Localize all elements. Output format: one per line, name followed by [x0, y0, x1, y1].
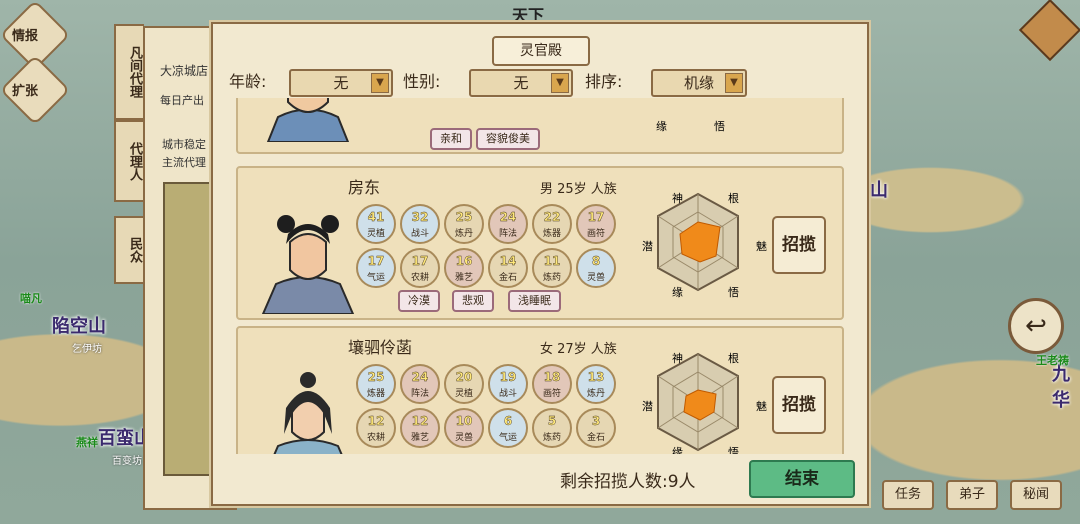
- hex-label-wu: 悟: [728, 446, 739, 454]
- sort-filter-label: 排序:: [585, 72, 623, 91]
- stat-badge: 24 阵法: [488, 204, 528, 244]
- stat-badge: 17 画符: [576, 204, 616, 244]
- attribute-hexagon-chart: [657, 192, 739, 292]
- map-npc-wanglaodao[interactable]: 王老祷: [1036, 352, 1069, 368]
- hex-label-gen: 根: [728, 352, 739, 365]
- gender-filter-value: 无: [513, 74, 529, 92]
- secrets-button[interactable]: 秘闻: [1010, 480, 1062, 510]
- hex-label-shen: 神: [672, 352, 683, 365]
- trait-badge: 容貌俊美: [476, 128, 540, 150]
- stat-badge: 13 炼丹: [576, 364, 616, 404]
- map-location-xiankongshan-sub: 乞伊坊: [72, 344, 102, 355]
- lingguan-hall-dialog: 灵官殿 年龄: 无 ▼ 性别: 无 ▼ 排序: 机缘 ▼ 亲和 容貌俊美 缘 悟: [211, 22, 869, 506]
- stat-badge: 41 灵植: [356, 204, 396, 244]
- hex-label-qian: 潜: [642, 240, 653, 253]
- hex-label-yuan: 缘: [672, 446, 683, 454]
- stat-badge: 11 炼药: [532, 248, 572, 288]
- hex-label-qian: 潜: [642, 400, 653, 413]
- stat-badge: 5 炼药: [532, 408, 572, 448]
- candidate-card[interactable]: 房东 男 25岁 人族 41 灵植 32 战斗 25 炼丹 24 阵法 22 炼器 17 画…: [236, 166, 844, 320]
- intel-button-label: 情报: [12, 29, 39, 44]
- hex-label-yuan: 缘: [672, 286, 683, 299]
- candidate-card-partial: 亲和 容貌俊美 缘 悟: [236, 98, 844, 154]
- portrait-elder: [266, 98, 350, 142]
- main-agent-label: 主流代理: [162, 156, 206, 169]
- hex-label-mei: 魅: [756, 240, 767, 253]
- stat-badge: 25 炼丹: [444, 204, 484, 244]
- candidate-name: 壤驷伶菡: [348, 338, 413, 357]
- stat-badge: 32 战斗: [400, 204, 440, 244]
- portrait-fangdong: [261, 215, 355, 314]
- stat-badge: 8 灵兽: [576, 248, 616, 288]
- recruit-button[interactable]: 招揽: [772, 216, 826, 274]
- trait-badge: 浅睡眠: [508, 290, 561, 312]
- stat-badge: 20 灵植: [444, 364, 484, 404]
- end-button[interactable]: 结束: [749, 460, 855, 498]
- dialog-title: 灵官殿: [492, 36, 590, 66]
- map-location-baimanshan-sub: 百变坊: [112, 456, 142, 467]
- stat-badge: 16 雅艺: [444, 248, 484, 288]
- hex-label-shen: 神: [672, 192, 683, 205]
- back-arrow-icon[interactable]: ↩: [1008, 298, 1064, 354]
- trait-badge: 冷漠: [398, 290, 440, 312]
- candidate-name: 房东: [348, 178, 381, 197]
- hex-label-gen: 根: [728, 192, 739, 205]
- stat-badge: 17 气运: [356, 248, 396, 288]
- stat-badge: 25 炼器: [356, 364, 396, 404]
- stat-badge: 3 金石: [576, 408, 616, 448]
- candidate-info: 女 27岁 人族: [540, 342, 617, 357]
- age-filter-value: 无: [333, 74, 349, 92]
- attribute-hexagon-chart: [657, 352, 739, 452]
- candidate-info: 男 25岁 人族: [540, 182, 617, 197]
- recruit-button[interactable]: 招揽: [772, 376, 826, 434]
- hex-label-wu: 悟: [728, 286, 739, 299]
- tab-mortal-agent[interactable]: 凡间代理: [114, 24, 144, 120]
- chevron-down-icon: ▼: [551, 73, 569, 93]
- gender-filter-select[interactable]: 无 ▼: [469, 69, 573, 97]
- stat-badge: 14 金石: [488, 248, 528, 288]
- stat-badge: 12 农耕: [356, 408, 396, 448]
- stat-badge: 6 气运: [488, 408, 528, 448]
- chevron-down-icon: ▼: [371, 73, 389, 93]
- tasks-button[interactable]: 任务: [882, 480, 934, 510]
- trait-badge: 悲观: [452, 290, 494, 312]
- stat-badge: 22 炼器: [532, 204, 572, 244]
- hex-label-mei: 魅: [756, 400, 767, 413]
- stat-badge: 17 农耕: [400, 248, 440, 288]
- expand-button-label: 扩张: [12, 84, 39, 99]
- remaining-recruits-text: 剩余招揽人数:9人: [560, 472, 696, 492]
- daily-output-label: 每日产出: [160, 94, 204, 107]
- hex-label: 缘: [656, 120, 667, 133]
- tab-populace[interactable]: 民众: [114, 216, 144, 284]
- stat-badge: 24 阵法: [400, 364, 440, 404]
- stat-badge: 18 画符: [532, 364, 572, 404]
- map-npc-miaofan[interactable]: 喵凡: [20, 290, 42, 306]
- city-stability-label: 城市稳定: [162, 138, 206, 151]
- age-filter-label: 年龄:: [229, 72, 267, 91]
- map-location-xiankongshan[interactable]: 陷空山: [52, 312, 106, 338]
- disciples-button[interactable]: 弟子: [946, 480, 998, 510]
- stat-badge: 10 灵兽: [444, 408, 484, 448]
- stat-badge: 19 战斗: [488, 364, 528, 404]
- tab-agent[interactable]: 代理人: [114, 120, 144, 202]
- candidate-list[interactable]: 亲和 容貌俊美 缘 悟 房东 男 25岁 人族 41 灵植 32 战斗 25 炼丹 2…: [228, 98, 852, 454]
- chevron-down-icon: ▼: [725, 73, 743, 93]
- stat-badge: 12 雅艺: [400, 408, 440, 448]
- age-filter-select[interactable]: 无 ▼: [289, 69, 393, 97]
- trait-badge: 亲和: [430, 128, 472, 150]
- map-npc-yanxiang[interactable]: 燕祥: [76, 434, 98, 450]
- sort-filter-select[interactable]: 机缘 ▼: [651, 69, 747, 97]
- gender-filter-label: 性别:: [403, 72, 441, 91]
- city-title: 大凉城店: [160, 64, 209, 78]
- candidate-card[interactable]: 壤驷伶菡 女 27岁 人族 25 炼器 24 阵法 20 灵植 19 战斗 18 画符 1…: [236, 326, 844, 454]
- map-location-shan[interactable]: 山: [870, 176, 888, 202]
- hex-label: 悟: [714, 120, 725, 133]
- portrait-rangsi-linghan: [273, 372, 343, 454]
- sort-filter-value: 机缘: [683, 74, 714, 92]
